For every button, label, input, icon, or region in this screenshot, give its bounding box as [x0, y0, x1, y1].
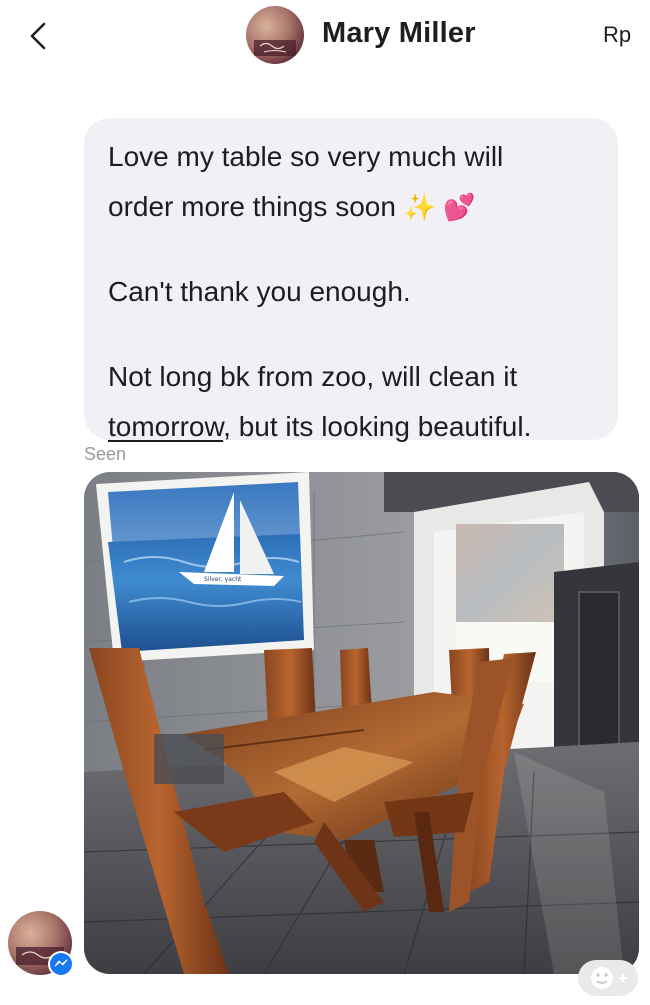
back-button[interactable] — [22, 16, 58, 56]
message-line: Love my table so very much will — [108, 141, 504, 172]
message-text: Love my table so very much will order mo… — [108, 132, 608, 452]
message-line-text: , but its looking beautiful. — [223, 411, 532, 442]
message-line: Not long bk from zoo, will clean it — [108, 361, 518, 392]
chat-header: Mary Miller Rp — [0, 0, 650, 72]
contact-name[interactable]: Mary Miller — [322, 17, 476, 50]
messenger-badge — [48, 951, 74, 977]
header-right-label[interactable]: Rp — [603, 22, 631, 48]
date-link[interactable]: tomorrow — [108, 411, 223, 442]
photo-attachment[interactable]: Silver, yacht — [84, 472, 639, 974]
painting-boat-text: Silver, yacht — [204, 576, 242, 583]
sparkle-heart-emoji: ✨ 💕 — [403, 192, 476, 222]
seen-status: Seen — [84, 444, 127, 464]
message-line: order more things soon ✨ 💕 — [108, 182, 608, 232]
message-line-text: order more things soon — [108, 191, 396, 222]
dining-table-photo: Silver, yacht — [84, 472, 639, 974]
add-reaction-button[interactable] — [578, 960, 638, 996]
avatar-image — [246, 6, 304, 64]
messenger-icon — [50, 953, 72, 975]
message-line: tomorrow, but its looking beautiful. — [108, 402, 608, 452]
add-reaction-icon — [591, 967, 627, 989]
message-line: Can't thank you enough. — [108, 276, 411, 307]
message-bubble[interactable]: Love my table so very much will order mo… — [84, 118, 618, 442]
chevron-left-icon — [30, 22, 46, 50]
contact-avatar[interactable] — [246, 6, 304, 64]
